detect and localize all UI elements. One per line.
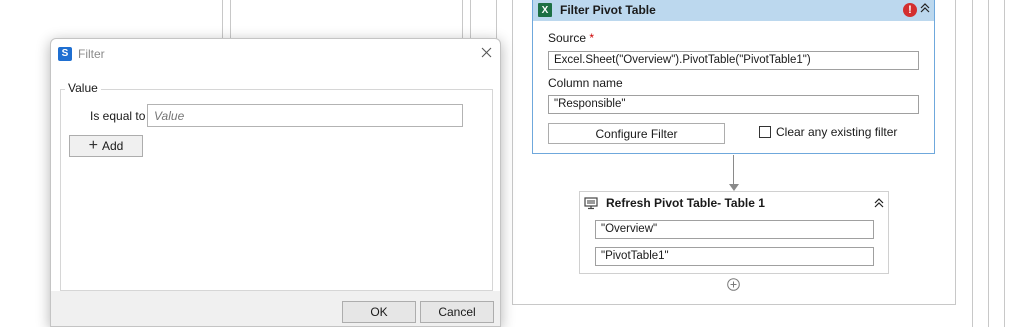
add-button-label: Add	[101, 139, 124, 153]
canvas-line	[988, 0, 989, 327]
table-name-field[interactable]: "PivotTable1"	[595, 247, 874, 266]
source-label: Source *	[548, 31, 595, 45]
column-name-field[interactable]: "Responsible"	[548, 95, 919, 114]
refresh-pivot-table-activity[interactable]: Refresh Pivot Table- Table 1 "Overview" …	[579, 191, 889, 274]
collapse-icon[interactable]	[873, 197, 885, 209]
canvas-line	[1004, 0, 1005, 327]
clear-filter-label: Clear any existing filter	[776, 125, 898, 139]
dialog-title: Filter	[78, 46, 105, 61]
cancel-button[interactable]: Cancel	[420, 301, 494, 323]
add-activity-icon[interactable]	[727, 278, 740, 291]
add-button[interactable]: + Add	[69, 135, 143, 157]
dialog-titlebar[interactable]: S Filter	[51, 39, 500, 68]
activity-title: Filter Pivot Table	[560, 3, 656, 17]
connector-arrowhead	[729, 184, 739, 191]
condition-label: Is equal to	[90, 109, 146, 123]
filter-pivot-table-activity[interactable]: X Filter Pivot Table ! Source * Excel.Sh…	[532, 0, 935, 154]
activity-header[interactable]: Refresh Pivot Table- Table 1	[580, 192, 888, 214]
activity-title: Refresh Pivot Table- Table 1	[606, 196, 765, 210]
error-icon[interactable]: !	[903, 3, 917, 17]
activity-header[interactable]: X Filter Pivot Table !	[533, 0, 934, 21]
excel-icon: X	[538, 3, 552, 17]
plus-icon: +	[88, 137, 98, 154]
canvas-line	[972, 0, 973, 327]
value-input[interactable]	[147, 104, 463, 127]
canvas-line	[512, 0, 513, 304]
studio-app-icon: S	[58, 46, 72, 61]
monitor-icon	[584, 197, 598, 210]
ok-button[interactable]: OK	[342, 301, 416, 323]
collapse-icon[interactable]	[919, 2, 931, 14]
sequence-connector	[733, 155, 734, 187]
canvas-line	[955, 0, 956, 304]
close-icon[interactable]	[481, 47, 492, 58]
required-mark: *	[589, 31, 595, 45]
sheet-name-field[interactable]: "Overview"	[595, 220, 874, 239]
canvas-line	[512, 304, 956, 305]
configure-filter-button[interactable]: Configure Filter	[548, 123, 725, 144]
group-label: Value	[65, 81, 101, 95]
filter-dialog[interactable]: S Filter Value Is equal to + Add OK Canc…	[50, 38, 501, 327]
clear-filter-checkbox[interactable]	[759, 126, 771, 138]
column-name-label: Column name	[548, 76, 623, 90]
source-field[interactable]: Excel.Sheet("Overview").PivotTable("Pivo…	[548, 51, 919, 70]
